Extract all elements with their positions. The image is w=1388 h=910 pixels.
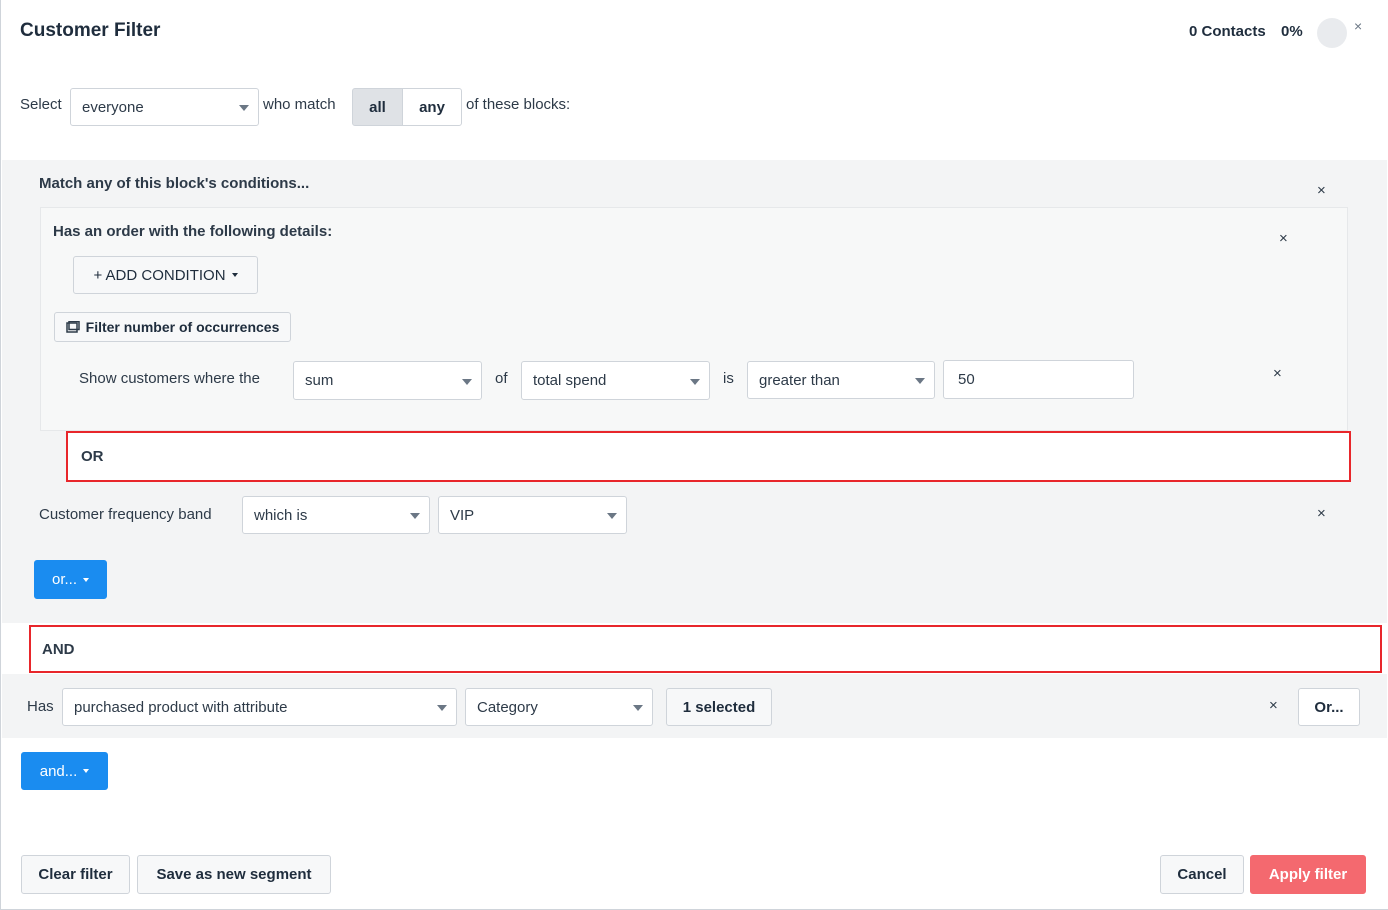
amount-input[interactable]: 50 (943, 360, 1134, 399)
chevron-down-icon (633, 705, 643, 711)
caret-down-icon (83, 577, 89, 582)
chevron-down-icon (462, 378, 472, 385)
contacts-count: 0 Contacts (1189, 23, 1266, 40)
progress-circle (1317, 18, 1347, 48)
frequency-band-label: Customer frequency band (39, 506, 212, 523)
apply-filter-button[interactable]: Apply filter (1250, 855, 1366, 894)
remove-purchase-condition-icon[interactable]: × (1269, 697, 1278, 714)
caret-down-icon (83, 769, 90, 773)
chevron-down-icon (607, 513, 617, 519)
and-separator-label: AND (42, 641, 75, 658)
has-label: Has (27, 698, 54, 715)
clear-filter-button[interactable]: Clear filter (21, 855, 130, 894)
frequency-band-select[interactable]: VIP (438, 496, 627, 534)
block-1-title: Match any of this block's conditions... (39, 175, 310, 192)
attribute-values-button[interactable]: 1 selected (666, 688, 772, 726)
add-condition-button[interactable]: + ADD CONDITION (73, 256, 258, 294)
or-dropdown-button[interactable]: or... (34, 560, 107, 599)
calendar-icon (65, 321, 80, 333)
of-these-blocks-label: of these blocks: (466, 96, 571, 113)
show-customers-label: Show customers where the (79, 370, 260, 387)
or-separator: OR (66, 431, 1351, 482)
amount-input-value: 50 (958, 371, 975, 388)
and-button-label: and... (39, 762, 78, 780)
aggregate-select[interactable]: sum (293, 361, 482, 400)
chevron-down-icon (437, 705, 447, 711)
chevron-down-icon (690, 378, 700, 385)
purchase-condition-select[interactable]: purchased product with attribute (62, 688, 457, 726)
remove-order-card-icon[interactable]: × (1279, 230, 1288, 247)
is-label: is (723, 370, 734, 387)
attribute-select-value: Category (477, 698, 538, 716)
of-label: of (495, 370, 508, 387)
filter-occurrences-button[interactable]: Filter number of occurrences (54, 312, 291, 342)
chevron-down-icon (410, 513, 420, 519)
or-separator-label: OR (81, 448, 104, 465)
purchase-condition-value: purchased product with attribute (74, 698, 288, 716)
operator-select[interactable]: greater than (747, 361, 935, 399)
and-dropdown-button[interactable]: and... (21, 752, 108, 790)
frequency-operator-value: which is (254, 506, 308, 524)
or-button-label: or... (51, 571, 77, 588)
attribute-select[interactable]: Category (465, 688, 653, 726)
chevron-down-icon (239, 105, 249, 111)
cancel-button[interactable]: Cancel (1160, 855, 1244, 894)
aggregate-select-value: sum (305, 372, 334, 389)
or-button[interactable]: Or... (1298, 688, 1360, 726)
remove-block-1-icon[interactable]: × (1317, 182, 1326, 199)
add-condition-label: + ADD CONDITION (93, 266, 226, 284)
audience-select-value: everyone (82, 98, 144, 116)
who-match-label: who match (263, 96, 336, 113)
frequency-band-value: VIP (450, 506, 475, 524)
match-any-toggle[interactable]: any (402, 88, 462, 126)
frequency-operator-select[interactable]: which is (242, 496, 430, 534)
match-all-toggle[interactable]: all (352, 88, 403, 126)
chevron-down-icon (915, 378, 925, 384)
customer-filter-modal: Customer Filter 0 Contacts 0% × Select e… (0, 0, 1388, 910)
remove-condition-icon[interactable]: × (1273, 365, 1282, 382)
caret-down-icon (231, 273, 238, 277)
modal-title: Customer Filter (20, 20, 161, 41)
order-card-title: Has an order with the following details: (53, 223, 333, 240)
select-label: Select (20, 96, 62, 113)
field-select-value: total spend (533, 372, 607, 389)
close-modal-icon[interactable]: × (1354, 18, 1362, 34)
field-select[interactable]: total spend (521, 361, 710, 400)
remove-frequency-icon[interactable]: × (1317, 505, 1326, 522)
save-segment-button[interactable]: Save as new segment (137, 855, 331, 894)
filter-occurrences-label: Filter number of occurrences (85, 319, 280, 335)
audience-select[interactable]: everyone (70, 88, 259, 126)
operator-select-value: greater than (759, 371, 840, 389)
and-separator: AND (29, 625, 1382, 673)
contacts-percent: 0% (1281, 23, 1303, 40)
